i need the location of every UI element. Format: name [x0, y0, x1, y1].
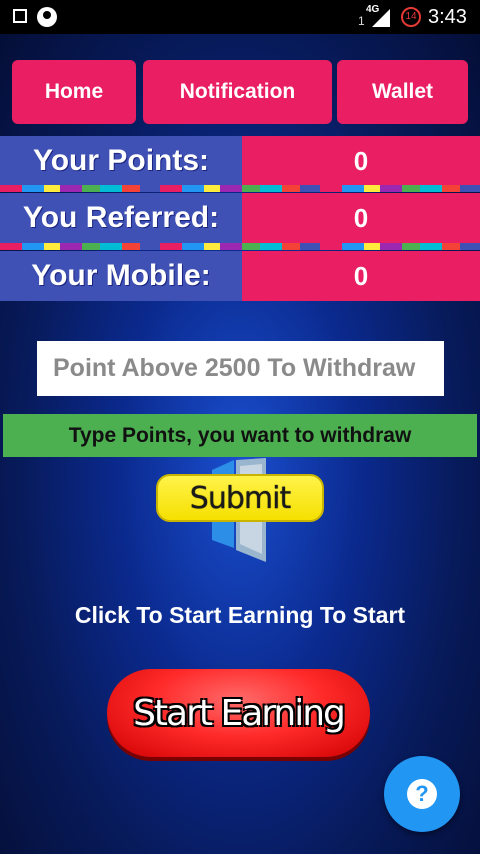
- square-icon: [13, 9, 27, 23]
- earning-instruction: Click To Start Earning To Start: [74, 602, 406, 628]
- help-icon: ?: [407, 779, 437, 809]
- points-value: 0: [242, 136, 480, 186]
- referred-value: 0: [242, 193, 480, 243]
- mobile-value: 0: [242, 251, 480, 301]
- submit-button[interactable]: Submit: [156, 474, 324, 522]
- withdraw-hint: Type Points, you want to withdraw: [3, 414, 477, 457]
- signal-icon: [372, 9, 390, 27]
- points-row: Your Points: 0: [0, 136, 480, 186]
- notification-button[interactable]: Notification: [143, 60, 332, 124]
- wallet-button[interactable]: Wallet: [337, 60, 468, 124]
- withdraw-points-input[interactable]: [37, 341, 444, 396]
- rainbow-divider: [0, 185, 480, 192]
- mobile-label: Your Mobile:: [0, 251, 242, 301]
- notification-icon: 14: [401, 7, 421, 27]
- referred-label: You Referred:: [0, 193, 242, 243]
- points-label: Your Points:: [0, 136, 242, 186]
- sim-indicator: 1: [358, 14, 365, 28]
- face-icon: [37, 7, 57, 27]
- status-bar: 1 4G 14 3:43: [0, 0, 480, 34]
- home-button[interactable]: Home: [12, 60, 136, 124]
- start-earning-button[interactable]: Start Earning: [107, 669, 370, 757]
- status-time: 3:43: [428, 6, 467, 28]
- rainbow-divider: [0, 243, 480, 250]
- help-button[interactable]: ?: [384, 756, 460, 832]
- referred-row: You Referred: 0: [0, 193, 480, 243]
- mobile-row: Your Mobile: 0: [0, 251, 480, 301]
